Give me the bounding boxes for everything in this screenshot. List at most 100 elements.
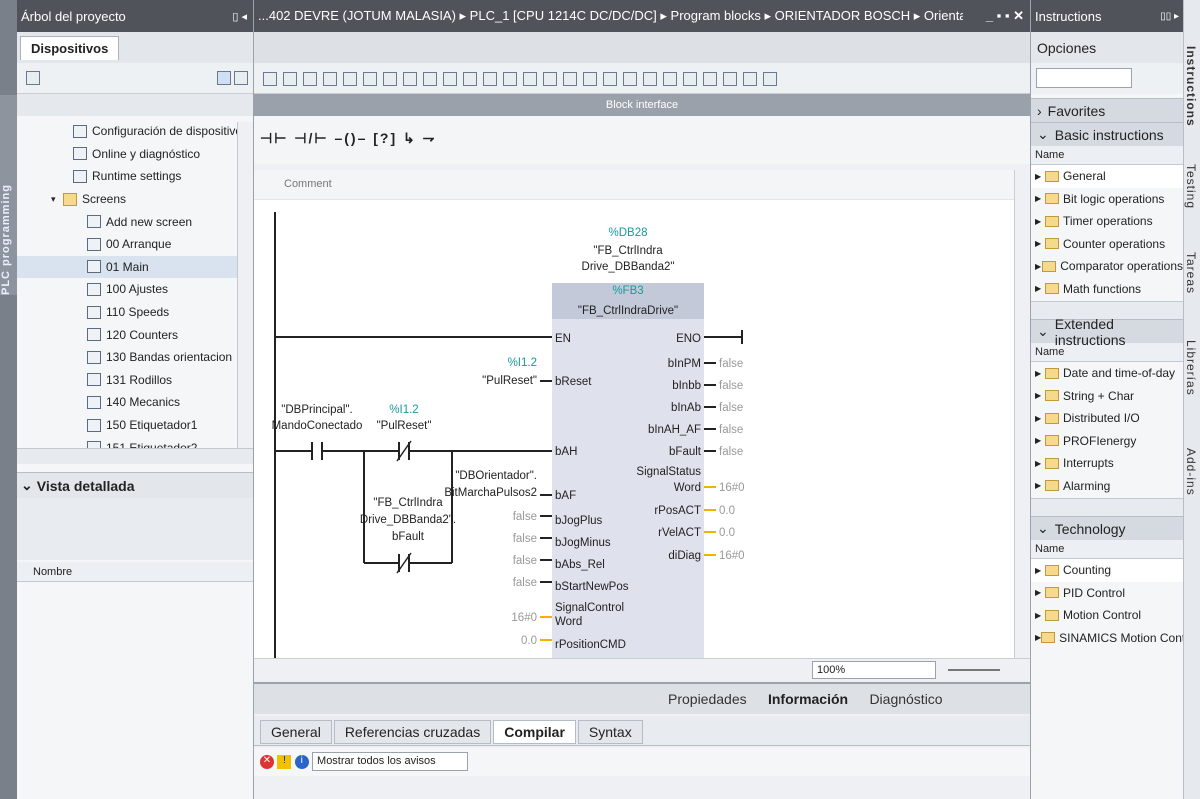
toolbar-icon[interactable]	[763, 71, 777, 86]
tree-item[interactable]: 110 Speeds	[17, 301, 253, 324]
expand-arrow-icon[interactable]: ▶	[1035, 391, 1045, 400]
tree-vscroll[interactable]	[237, 122, 253, 448]
instruction-group[interactable]: ▶ String + Char	[1031, 385, 1183, 408]
close-branch-icon[interactable]: ⇁	[423, 130, 437, 146]
extended-hscroll[interactable]	[1031, 498, 1183, 516]
tree-hscroll[interactable]	[17, 448, 253, 464]
basic-section[interactable]: ⌄ Basic instructions	[1031, 122, 1183, 146]
instruction-group[interactable]: ▶ Motion Control	[1031, 604, 1183, 627]
toolbar-icon[interactable]	[443, 71, 457, 86]
instruction-group[interactable]: ▶ Bit logic operations	[1031, 188, 1183, 211]
tree-item[interactable]: Runtime settings	[17, 165, 253, 188]
no-contact-icon[interactable]: ⊣⊢	[260, 130, 288, 146]
tree-item[interactable]: Online y diagnóstico	[17, 143, 253, 166]
toolbar-icon[interactable]	[323, 71, 337, 86]
expand-arrow-icon[interactable]: ▶	[1035, 217, 1045, 226]
expand-arrow-icon[interactable]: ▶	[1035, 611, 1045, 620]
subtab-syntax[interactable]: Syntax	[577, 720, 643, 744]
options-input[interactable]	[1036, 68, 1132, 88]
tree-item[interactable]: 140 Mecanics	[17, 391, 253, 414]
tree-item[interactable]: 00 Arranque	[17, 233, 253, 256]
toolbar-icon[interactable]	[543, 71, 557, 86]
toolbar-icon[interactable]	[583, 71, 597, 86]
block-interface-bar[interactable]: Block interface	[254, 94, 1030, 116]
toolbar-icon[interactable]	[603, 71, 617, 86]
tree-item[interactable]: 100 Ajustes	[17, 278, 253, 301]
vertical-tab[interactable]: Instructions	[1184, 40, 1198, 158]
zoom-slider[interactable]	[948, 669, 1000, 671]
toolbar-icon[interactable]	[363, 71, 377, 86]
nc-contact-icon[interactable]: ⊣/⊢	[294, 130, 328, 146]
expand-arrow-icon[interactable]: ▶	[1035, 172, 1045, 181]
toolbar-icon[interactable]	[483, 71, 497, 86]
detail-view-header[interactable]: ⌄ Vista detallada	[17, 472, 253, 498]
toolbar-icon[interactable]	[563, 71, 577, 86]
expand-arrow-icon[interactable]: ▶	[1035, 262, 1042, 271]
subtab-referencias[interactable]: Referencias cruzadas	[333, 720, 492, 744]
subtab-general[interactable]: General	[260, 720, 332, 744]
message-filter-select[interactable]: Mostrar todos los avisos	[312, 752, 469, 771]
export-icon[interactable]	[234, 71, 248, 85]
tree-item[interactable]: 01 Main	[17, 255, 253, 279]
toolbar-icon[interactable]	[623, 71, 637, 86]
empty-box-icon[interactable]: [?]	[373, 130, 397, 146]
instruction-group[interactable]: ▶ Counter operations	[1031, 233, 1183, 256]
tab-dispositivos[interactable]: Dispositivos	[20, 36, 120, 60]
tree-item[interactable]: ▾ Screens	[17, 188, 253, 211]
expand-arrow-icon[interactable]: ▶	[1035, 566, 1045, 575]
collapse-icon[interactable]: ▯ ◂	[232, 10, 253, 23]
instruction-group[interactable]: ▶ PID Control	[1031, 582, 1183, 605]
expand-arrow-icon[interactable]: ▶	[1035, 588, 1045, 597]
toolbar-icon[interactable]	[643, 71, 657, 86]
vertical-tab[interactable]: Librerías	[1184, 334, 1198, 442]
fb-input-value[interactable]: false	[513, 533, 537, 545]
tree-item[interactable]: 120 Counters	[17, 323, 253, 346]
instruction-group[interactable]: ▶ SINAMICS Motion Control	[1031, 627, 1199, 650]
open-branch-icon[interactable]: ↳	[403, 130, 417, 146]
error-filter-icon[interactable]: ✕	[260, 754, 274, 769]
zoom-select[interactable]: 100%	[812, 661, 936, 679]
vertical-tab[interactable]: Add-ins	[1184, 442, 1198, 530]
instruction-group[interactable]: ▶ Timer operations	[1031, 210, 1183, 233]
instruction-group[interactable]: ▶ Distributed I/O	[1031, 407, 1183, 430]
expand-arrow-icon[interactable]: ▶	[1035, 369, 1045, 378]
expand-arrow-icon[interactable]: ▶	[1035, 414, 1045, 423]
expand-arrow-icon[interactable]: ▶	[1035, 194, 1045, 203]
toolbar-icon[interactable]	[403, 71, 417, 86]
toolbar-icon[interactable]	[343, 71, 357, 86]
fb-input-value[interactable]: 0.0	[521, 635, 537, 647]
warning-filter-icon[interactable]: !	[277, 754, 292, 769]
toolbar-icon[interactable]	[463, 71, 477, 86]
expand-arrow-icon[interactable]: ▶	[1035, 436, 1045, 445]
instruction-group[interactable]: ▶ Alarming	[1031, 475, 1183, 498]
expand-arrow-icon[interactable]: ▶	[1035, 284, 1045, 293]
toolbar-icon[interactable]	[503, 71, 517, 86]
info-filter-icon[interactable]: i	[294, 754, 309, 769]
toolbar-icon[interactable]	[663, 71, 677, 86]
tab-propiedades[interactable]: Propiedades	[668, 691, 747, 707]
tree-item[interactable]: Configuración de dispositivo	[17, 120, 253, 143]
fb-input-value[interactable]: false	[513, 577, 537, 589]
tree-item[interactable]: 130 Bandas orientacion	[17, 346, 253, 369]
tree-item[interactable]: 150 Etiquetador1	[17, 414, 253, 437]
instruction-group[interactable]: ▶ Math functions	[1031, 278, 1183, 301]
technology-section[interactable]: ⌄ Technology	[1031, 516, 1183, 540]
editor-vscroll[interactable]	[1014, 170, 1030, 658]
tree-item[interactable]: Add new screen	[17, 210, 253, 233]
toolbar-icon[interactable]	[703, 71, 717, 86]
expand-arrow-icon[interactable]: ▶	[1035, 239, 1045, 248]
fb-input-value[interactable]: false	[513, 555, 537, 567]
instruction-group[interactable]: ▶ Interrupts	[1031, 452, 1183, 475]
coil-icon[interactable]: –()–	[334, 130, 367, 146]
expand-arrow-icon[interactable]: ▶	[1035, 459, 1045, 468]
subtab-compilar[interactable]: Compilar	[493, 720, 576, 744]
instruction-group[interactable]: ▶ PROFIenergy	[1031, 430, 1183, 453]
fb-input-value[interactable]: false	[513, 511, 537, 523]
instruction-group[interactable]: ▶ Counting	[1031, 559, 1183, 582]
toolbar-icon[interactable]	[263, 71, 277, 86]
toolbar-icon[interactable]	[723, 71, 737, 86]
toolbar-icon[interactable]	[523, 71, 537, 86]
toolbar-icon[interactable]	[303, 71, 317, 86]
favorites-section[interactable]: › Favorites	[1031, 98, 1183, 122]
tab-informacion[interactable]: Información	[768, 691, 848, 707]
